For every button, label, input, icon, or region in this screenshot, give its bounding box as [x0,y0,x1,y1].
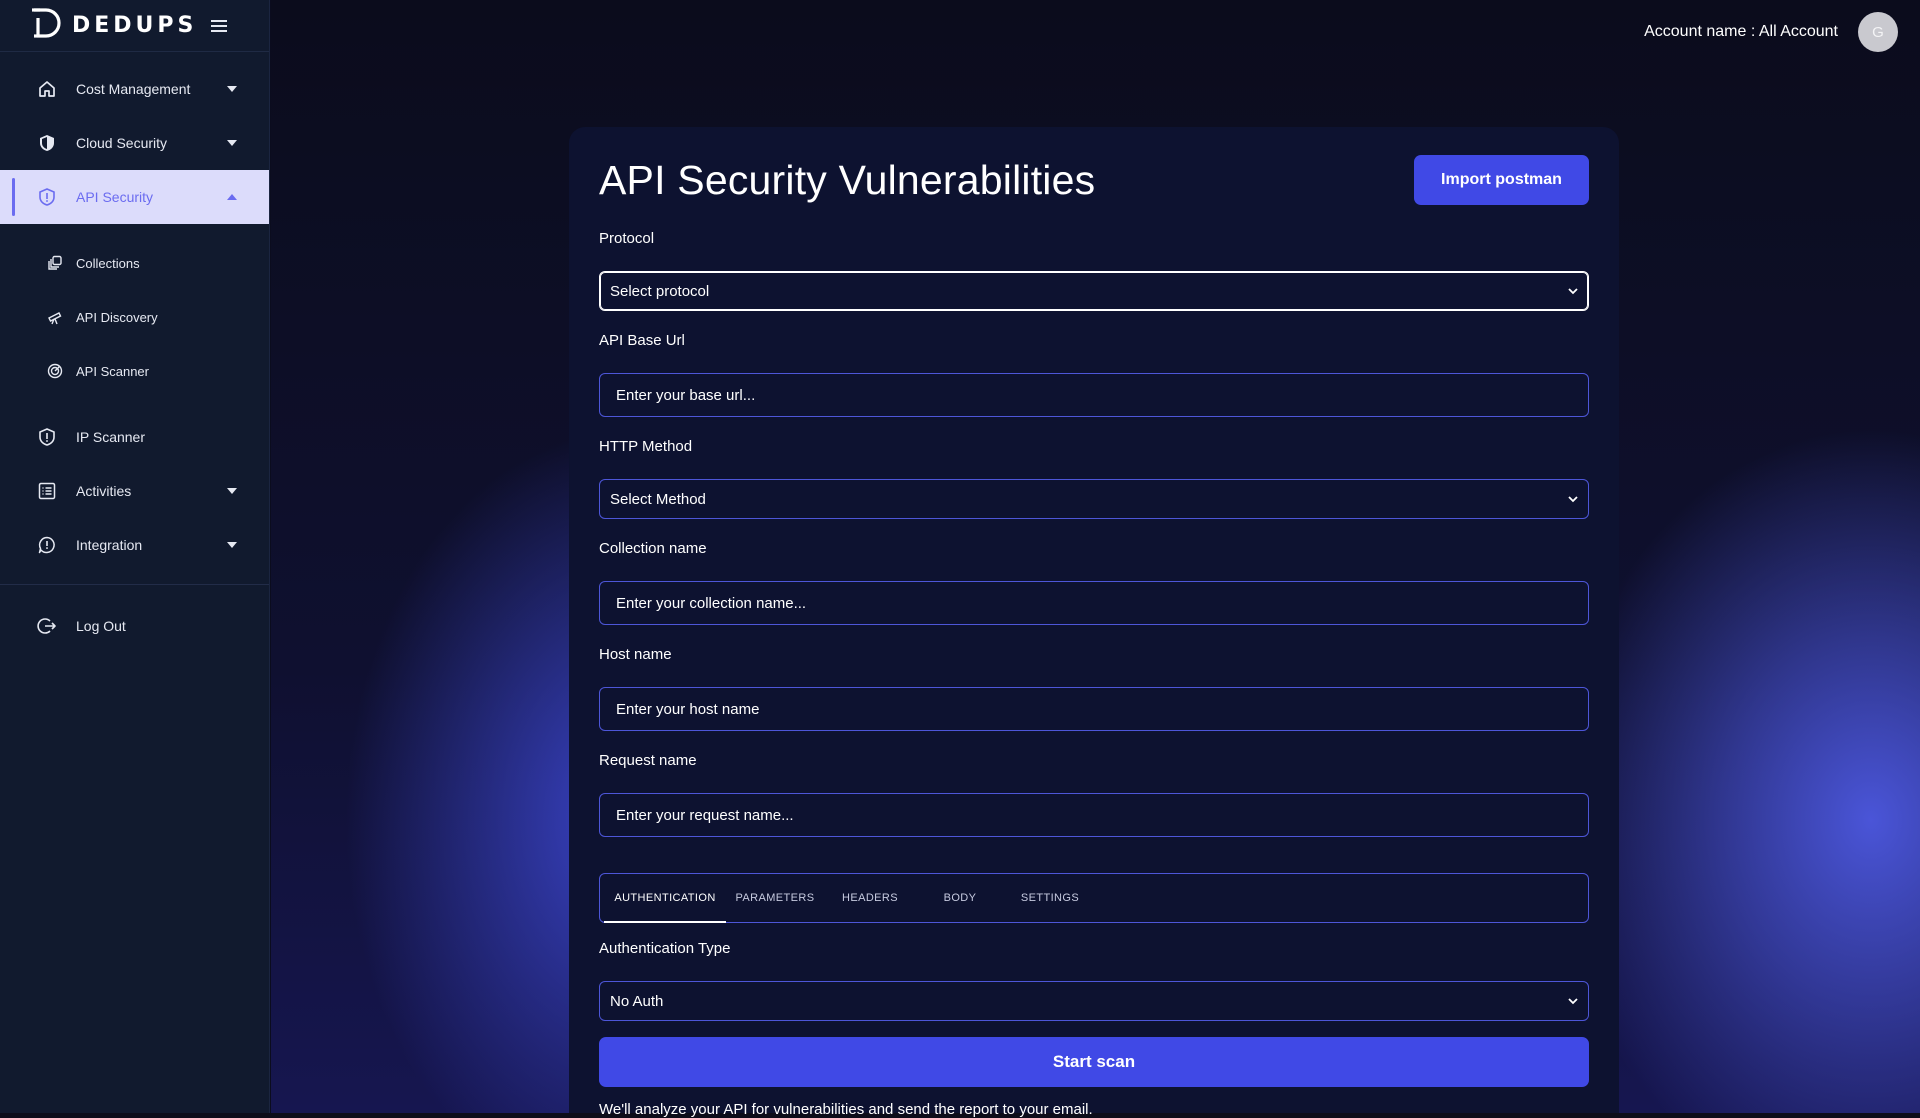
request-name-label: Request name [599,752,697,769]
shield-icon [36,132,58,154]
protocol-select-value: Select protocol [610,282,710,300]
brand-name: DEDUPS [72,13,198,38]
scan-footnote: We'll analyze your API for vulnerabiliti… [599,1101,1093,1118]
import-postman-button[interactable]: Import postman [1414,155,1589,205]
sidebar-item-label: Cloud Security [76,135,168,151]
sidebar-subitem-label: API Discovery [76,309,158,325]
base-url-label: API Base Url [599,332,685,349]
http-method-select[interactable]: Select Method [599,479,1589,519]
sidebar-item-label: Log Out [76,618,126,634]
sidebar-item-label: Activities [76,483,132,499]
collection-name-placeholder: Enter your collection name... [616,594,807,612]
collection-name-input[interactable]: Enter your collection name... [599,581,1589,625]
shield-exclamation-icon [36,426,58,448]
host-name-input[interactable]: Enter your host name [599,687,1589,731]
home-icon [36,78,58,100]
sidebar-subitem-collections[interactable]: Collections [0,236,269,290]
brand-logo[interactable]: DEDUPS [30,8,197,43]
base-url-input[interactable]: Enter your base url... [599,373,1589,417]
tab-body[interactable]: BODY [916,874,1004,922]
base-url-placeholder: Enter your base url... [616,386,756,404]
chevron-down-icon [1566,284,1580,298]
sidebar-subitem-api-scanner[interactable]: API Scanner [0,344,269,398]
page-title: API Security Vulnerabilities [599,156,1096,203]
sidebar-subitem-api-discovery[interactable]: API Discovery [0,290,269,344]
protocol-field: Protocol Select protocol [599,229,1589,311]
card-header: API Security Vulnerabilities Import post… [599,127,1589,229]
tab-parameters[interactable]: PARAMETERS [726,874,824,922]
caret-up-icon[interactable] [225,190,239,204]
request-name-field: Request name Enter your request name... [599,751,1589,837]
sidebar-item-api-security[interactable]: API Security [0,170,269,224]
base-url-field: API Base Url Enter your base url... [599,331,1589,417]
hamburger-menu-icon[interactable] [207,14,231,38]
avatar[interactable]: G [1858,12,1898,52]
sidebar: DEDUPS Cost Management Cloud Security AP… [0,0,270,1113]
dedups-logo-icon [30,8,66,43]
sidebar-item-logout[interactable]: Log Out [0,599,269,653]
http-method-label: HTTP Method [599,438,693,455]
auth-type-select[interactable]: No Auth [599,981,1589,1021]
auth-type-select-value: No Auth [610,992,664,1010]
chevron-down-icon [1566,492,1580,506]
request-name-placeholder: Enter your request name... [616,806,794,824]
http-method-select-value: Select Method [610,490,706,508]
list-icon [36,480,58,502]
caret-down-icon[interactable] [225,538,239,552]
start-scan-button[interactable]: Start scan [599,1037,1589,1087]
tab-authentication[interactable]: AUTHENTICATION [604,874,726,923]
auth-type-label: Authentication Type [599,940,731,957]
sidebar-subitem-label: API Scanner [76,363,149,379]
tab-headers[interactable]: HEADERS [824,874,916,922]
sidebar-subitem-label: Collections [76,255,140,271]
telescope-icon [46,308,64,326]
logout-icon [36,615,58,637]
topbar: Account name : All Account G [1644,12,1898,52]
sidebar-item-cost-management[interactable]: Cost Management [0,62,269,116]
scan-form-card: API Security Vulnerabilities Import post… [569,127,1619,1118]
collections-icon [46,254,64,272]
chevron-down-icon [1566,994,1580,1008]
protocol-label: Protocol [599,230,655,247]
sidebar-nav: Cost Management Cloud Security API Secur… [0,52,269,653]
shield-alert-icon [36,186,58,208]
caret-down-icon[interactable] [225,136,239,150]
brand-header: DEDUPS [0,0,269,52]
sidebar-item-label: Integration [76,537,143,553]
sidebar-item-integration[interactable]: Integration [0,518,269,572]
http-method-field: HTTP Method Select Method [599,437,1589,519]
collection-name-field: Collection name Enter your collection na… [599,539,1589,625]
account-name: Account name : All Account [1644,23,1838,40]
host-name-label: Host name [599,646,672,663]
chat-alert-icon [36,534,58,556]
host-name-placeholder: Enter your host name [616,700,760,718]
protocol-select[interactable]: Select protocol [599,271,1589,311]
request-config-tabs: AUTHENTICATION PARAMETERS HEADERS BODY S… [599,873,1589,923]
sidebar-item-ip-scanner[interactable]: IP Scanner [0,410,269,464]
caret-down-icon[interactable] [225,82,239,96]
tab-settings[interactable]: SETTINGS [1004,874,1096,922]
sidebar-item-label: Cost Management [76,81,191,97]
sidebar-divider [0,584,269,585]
auth-type-field: Authentication Type No Auth [599,939,1589,1021]
request-name-input[interactable]: Enter your request name... [599,793,1589,837]
sidebar-item-label: API Security [76,189,154,205]
sidebar-item-activities[interactable]: Activities [0,464,269,518]
sidebar-item-label: IP Scanner [76,429,146,445]
sidebar-item-cloud-security[interactable]: Cloud Security [0,116,269,170]
host-name-field: Host name Enter your host name [599,645,1589,731]
radar-icon [46,362,64,380]
caret-down-icon[interactable] [225,484,239,498]
collection-name-label: Collection name [599,540,707,557]
